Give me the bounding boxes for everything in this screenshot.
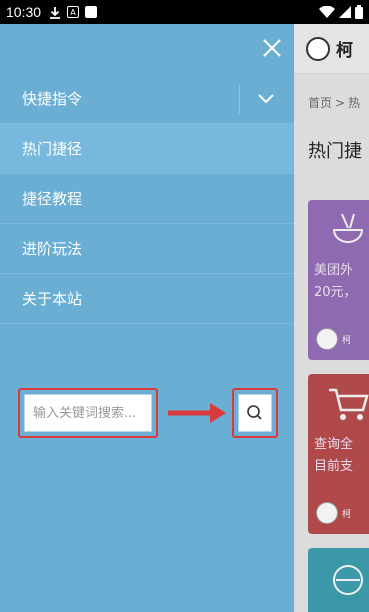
card-text-line1: 美团外 [314,263,354,278]
shortcut-card[interactable] [308,548,369,612]
card-text-line2: 目前支 [314,459,354,474]
shortcut-card[interactable]: 查询全 目前支 柯 [308,374,369,534]
nav-item-tutorials[interactable]: 捷径教程 [0,174,294,224]
nav-item-label: 热门捷径 [22,140,83,158]
avatar [316,328,338,350]
breadcrumb-current: 热 [348,96,361,110]
nav-item-label: 捷径教程 [22,190,83,208]
search-input-highlight [18,388,158,438]
search-input[interactable] [24,394,152,432]
status-time: 10:30 [6,4,42,20]
nav-item-about[interactable]: 关于本站 [0,274,294,324]
rice-bowl-icon [333,565,363,595]
breadcrumb: 首页 > 热 [294,74,369,111]
signal-icon [339,6,351,18]
card-author: 柯 [342,335,352,346]
divider [239,84,240,114]
card-text-line1: 查询全 [314,437,354,452]
navigation-drawer: 快捷指令 热门捷径 捷径教程 进阶玩法 关于本站 [0,24,294,612]
site-brand[interactable]: 柯 [336,36,353,61]
notification-a-icon: A [67,6,80,18]
nav-item-popular[interactable]: 热门捷径 [0,124,294,174]
close-icon[interactable] [260,36,284,60]
main-page: 柯 首页 > 热 热门捷 美团外 20元， 柯 查询全 目前支 柯 [294,24,369,612]
site-logo-icon[interactable] [306,36,330,61]
nav-item-label: 进阶玩法 [22,240,83,258]
breadcrumb-home[interactable]: 首页 [308,96,332,110]
card-text-line2: 20元， [314,285,357,300]
nav-item-label: 关于本站 [22,290,83,308]
page-header: 柯 [294,24,369,74]
search-button[interactable] [238,394,272,432]
wifi-icon [319,6,335,18]
page-title: 热门捷 [308,141,362,162]
notification-square-icon [85,6,98,18]
chevron-down-icon[interactable] [254,87,278,111]
breadcrumb-separator: > [335,96,346,110]
battery-icon [355,5,363,19]
nav-item-label: 快捷指令 [22,90,83,108]
status-bar: 10:30 A [0,0,369,24]
shortcut-card[interactable]: 美团外 20元， 柯 [308,200,369,360]
shopping-cart-icon [329,388,369,420]
arrow-right-icon [168,403,226,423]
download-icon [50,6,61,19]
search-icon [247,405,262,420]
search-button-highlight [232,388,278,438]
avatar [316,502,338,524]
card-author: 柯 [342,509,352,520]
food-bowl-icon [332,213,364,243]
nav-item-shortcuts[interactable]: 快捷指令 [0,74,294,124]
nav-item-advanced[interactable]: 进阶玩法 [0,224,294,274]
